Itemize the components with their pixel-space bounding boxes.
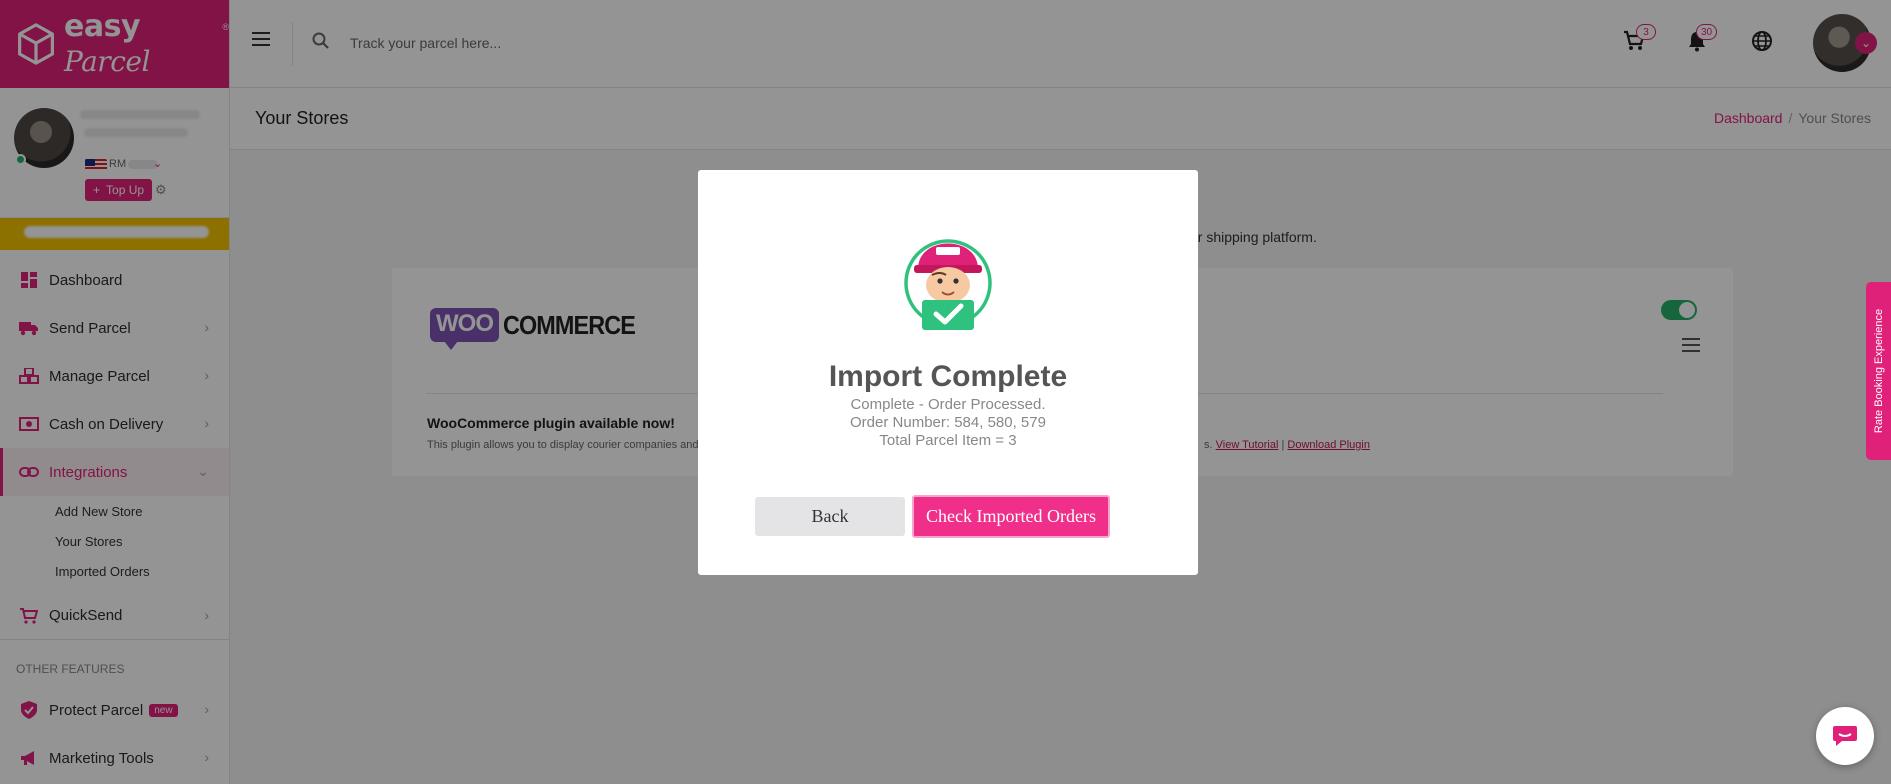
chat-bubble-icon [1833, 726, 1857, 746]
modal-status-text: Complete - Order Processed. [850, 396, 1046, 413]
modal-order-numbers: Order Number: 584, 580, 579 [850, 414, 1046, 431]
courier-mascot-icon [904, 239, 992, 330]
back-button[interactable]: Back [755, 497, 905, 536]
check-imported-orders-button[interactable]: Check Imported Orders [912, 495, 1110, 538]
chat-button[interactable] [1816, 707, 1874, 765]
rate-booking-experience-tab[interactable]: Rate Booking Experience [1866, 282, 1891, 460]
modal-title: Import Complete [828, 360, 1068, 393]
import-complete-modal: Import Complete Complete - Order Process… [698, 170, 1198, 575]
modal-parcel-total: Total Parcel Item = 3 [879, 432, 1017, 449]
